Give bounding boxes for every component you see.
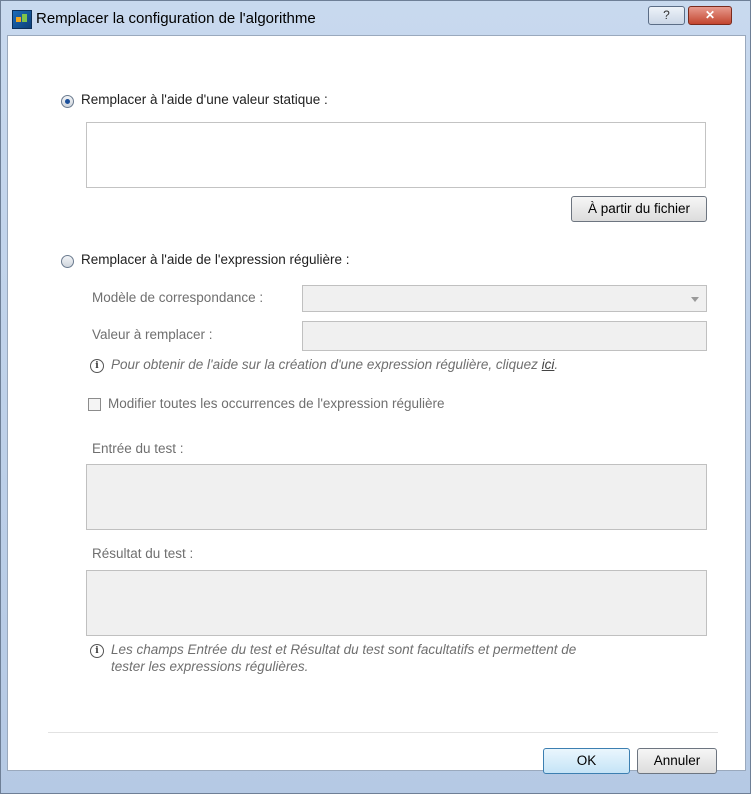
ok-button[interactable]: OK xyxy=(543,748,630,774)
match-pattern-select[interactable] xyxy=(302,285,707,312)
replace-value-input[interactable] xyxy=(302,321,707,351)
regex-help-sentence: Pour obtenir de l'aide sur la création d… xyxy=(111,357,538,372)
regex-help-link[interactable]: ici xyxy=(542,357,555,372)
close-button[interactable]: ✕ xyxy=(688,6,732,25)
static-value-label[interactable]: Remplacer à l'aide d'une valeur statique… xyxy=(81,92,328,107)
window-title: Remplacer la configuration de l'algorith… xyxy=(36,10,316,27)
info-icon: i xyxy=(90,644,104,658)
regex-help-text: Pour obtenir de l'aide sur la création d… xyxy=(111,357,558,372)
from-file-button[interactable]: À partir du fichier xyxy=(571,196,707,222)
modify-all-label[interactable]: Modifier toutes les occurrences de l'exp… xyxy=(108,396,445,411)
test-result-label: Résultat du test : xyxy=(92,546,194,561)
regex-help-end: . xyxy=(554,357,559,372)
modify-all-checkbox[interactable] xyxy=(88,398,101,411)
app-icon xyxy=(12,10,32,29)
test-note-line1: Les champs Entrée du test et Résultat du… xyxy=(111,642,577,657)
regex-label[interactable]: Remplacer à l'aide de l'expression régul… xyxy=(81,252,350,267)
footer-divider xyxy=(48,732,718,733)
cancel-button[interactable]: Annuler xyxy=(637,748,717,774)
match-pattern-label: Modèle de correspondance : xyxy=(92,290,264,305)
chevron-down-icon xyxy=(691,297,699,302)
test-result-field[interactable] xyxy=(86,570,707,636)
test-note-line2: tester les expressions régulières. xyxy=(111,659,309,674)
static-value-input[interactable] xyxy=(86,122,706,188)
info-icon: i xyxy=(90,359,104,373)
dialog-window: Remplacer la configuration de l'algorith… xyxy=(0,0,751,794)
static-value-radio[interactable] xyxy=(61,95,74,108)
dialog-body: Remplacer à l'aide d'une valeur statique… xyxy=(7,35,746,774)
help-button[interactable]: ? xyxy=(648,6,685,25)
test-input-field[interactable] xyxy=(86,464,707,530)
test-input-label: Entrée du test : xyxy=(92,441,184,456)
regex-radio[interactable] xyxy=(61,255,74,268)
title-bar[interactable]: Remplacer la configuration de l'algorith… xyxy=(1,1,750,35)
replace-value-label: Valeur à remplacer : xyxy=(92,327,213,342)
